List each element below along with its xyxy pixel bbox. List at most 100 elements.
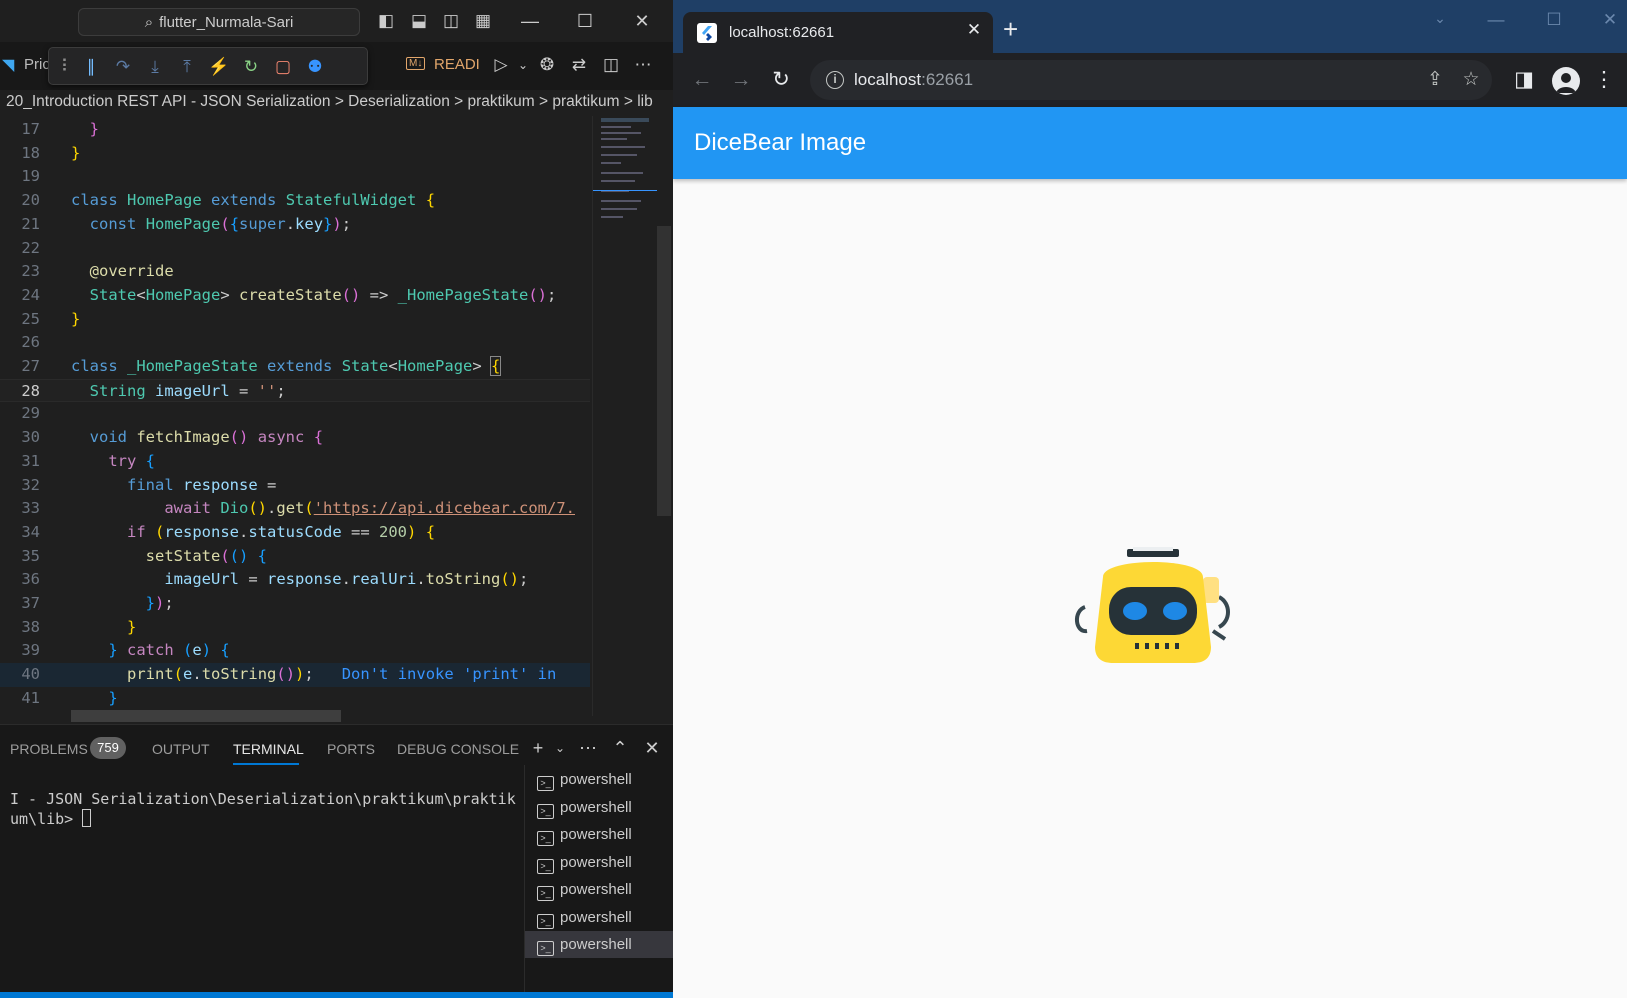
- command-center[interactable]: ⌕ flutter_Nurmala-Sari: [78, 8, 360, 36]
- stop-icon[interactable]: ▢: [271, 55, 295, 79]
- horizontal-scrollbar[interactable]: [71, 710, 341, 722]
- terminal-list-item[interactable]: >_ powershell: [525, 794, 673, 821]
- site-info-icon[interactable]: i: [826, 71, 844, 89]
- tab-debug-console[interactable]: DEBUG CONSOLE: [397, 741, 519, 757]
- vscode-titlebar: ⌕ flutter_Nurmala-Sari ◧ ⬓ ◫ ▦ — ☐ ✕: [0, 0, 673, 42]
- toggle-secondary-sidebar-icon[interactable]: ◫: [440, 10, 462, 32]
- terminal-label: powershell: [560, 853, 632, 871]
- dart-file-icon: ◥: [2, 57, 15, 74]
- tab-ports[interactable]: PORTS: [327, 741, 375, 757]
- terminal-icon: >_: [537, 886, 554, 901]
- profile-avatar-icon[interactable]: [1552, 67, 1580, 95]
- more-actions-icon[interactable]: ⋯: [632, 54, 654, 76]
- editor-tabs-row: ◥ Pric U M↓ READI ⠇ ∥ ↷ ⤓ ⤒ ⚡ ↻ ▢ ⚉ ▷ ⌄ …: [0, 42, 673, 90]
- terminal-label: powershell: [560, 908, 632, 926]
- maximize-icon[interactable]: ☐: [565, 8, 605, 34]
- vertical-scrollbar[interactable]: [657, 226, 671, 516]
- search-icon: ⌕: [144, 13, 154, 31]
- tab-label-readme[interactable]: READI: [434, 56, 480, 73]
- app-bar: DiceBear Image: [673, 107, 1627, 179]
- code-line: 25}: [21, 309, 81, 328]
- maximize-icon[interactable]: ☐: [1539, 10, 1569, 30]
- terminal-icon: >_: [537, 803, 554, 819]
- step-out-icon[interactable]: ⤒: [175, 55, 199, 79]
- terminal-icon: >_: [537, 831, 554, 846]
- forward-icon[interactable]: →: [728, 67, 754, 93]
- code-line: 36 imageUrl = response.realUri.toString(…: [21, 570, 529, 589]
- browser-tabstrip: localhost:62661 ✕ + ⌄ — ☐ ✕: [673, 0, 1627, 53]
- more-actions-icon[interactable]: ⋯: [576, 735, 600, 761]
- terminal-label: powershell: [560, 798, 632, 816]
- url-port: :62661: [921, 70, 974, 89]
- command-center-label: flutter_Nurmala-Sari: [159, 13, 294, 31]
- toggle-primary-sidebar-icon[interactable]: ◧: [375, 10, 397, 32]
- hot-reload-icon[interactable]: ⚡: [207, 55, 231, 79]
- tab-close-icon[interactable]: ✕: [963, 20, 985, 40]
- drag-handle-icon[interactable]: ⠇: [55, 55, 79, 79]
- devtools-inspect-icon[interactable]: ⚉: [303, 55, 327, 79]
- tab-terminal[interactable]: TERMINAL: [233, 741, 304, 757]
- hot-restart-icon[interactable]: ↻: [239, 55, 263, 79]
- customize-layout-icon[interactable]: ▦: [472, 10, 494, 32]
- run-debug-icon[interactable]: ▷: [490, 54, 512, 76]
- code-line: 40 print(e.toString()); Don't invoke 'pr…: [0, 663, 590, 687]
- terminal-list-item[interactable]: >_ powershell: [525, 876, 673, 903]
- bug-icon[interactable]: ❂: [536, 54, 558, 76]
- code-line: 26: [21, 333, 40, 352]
- chevron-down-icon[interactable]: ⌄: [548, 735, 572, 761]
- new-tab-icon[interactable]: +: [1003, 16, 1018, 42]
- close-panel-icon[interactable]: ✕: [640, 735, 664, 761]
- code-line: 35 setState(() {: [21, 546, 268, 565]
- terminal-list-item[interactable]: >_ powershell: [525, 849, 673, 876]
- app-bar-title: DiceBear Image: [694, 129, 867, 156]
- breadcrumb[interactable]: 20_Introduction REST API - JSON Serializ…: [0, 90, 673, 116]
- minimap[interactable]: [592, 116, 657, 716]
- split-editor-icon[interactable]: ◫: [600, 54, 622, 76]
- debug-toolbar: ⠇ ∥ ↷ ⤓ ⤒ ⚡ ↻ ▢ ⚉: [48, 47, 368, 85]
- terminal-list-item-active[interactable]: >_ powershell: [525, 931, 673, 958]
- address-bar[interactable]: i localhost:62661 ⇪ ☆: [810, 60, 1492, 100]
- browser-tab[interactable]: localhost:62661 ✕: [683, 12, 993, 53]
- code-line: 29: [21, 404, 40, 423]
- browser-toolbar: ← → ↻ i localhost:62661 ⇪ ☆ ◨ ⋮: [673, 53, 1627, 107]
- tab-problems[interactable]: PROBLEMS: [10, 741, 88, 757]
- code-line: 37 });: [21, 594, 174, 612]
- more-menu-icon[interactable]: ⋮: [1591, 67, 1617, 93]
- tab-label-pric[interactable]: Pric: [24, 56, 50, 73]
- new-terminal-icon[interactable]: +: [526, 735, 550, 761]
- compare-changes-icon[interactable]: ⇄: [568, 54, 590, 76]
- back-icon[interactable]: ←: [689, 67, 715, 93]
- tab-search-icon[interactable]: ⌄: [1425, 10, 1455, 27]
- share-icon[interactable]: ⇪: [1423, 68, 1447, 92]
- tab-output[interactable]: OUTPUT: [152, 741, 210, 757]
- bookmark-star-icon[interactable]: ☆: [1459, 68, 1483, 92]
- pause-icon[interactable]: ∥: [79, 55, 103, 79]
- minimize-icon[interactable]: —: [1481, 10, 1511, 30]
- step-over-icon[interactable]: ↷: [111, 55, 135, 79]
- reload-icon[interactable]: ↻: [768, 67, 794, 93]
- close-icon[interactable]: ✕: [622, 8, 662, 34]
- toggle-panel-icon[interactable]: ⬓: [408, 10, 430, 32]
- code-editor[interactable]: 17 } 18} 19 20 class HomePage extends Sta…: [0, 116, 673, 724]
- terminal-output[interactable]: I - JSON Serialization\Deserialization\p…: [10, 789, 520, 829]
- code-line: 41 }: [21, 688, 118, 707]
- close-icon[interactable]: ✕: [1595, 10, 1625, 30]
- terminal-list-item[interactable]: >_ powershell: [525, 904, 673, 931]
- code-line: 18}: [21, 143, 81, 162]
- flutter-favicon-icon: [697, 23, 717, 43]
- chevron-down-icon[interactable]: ⌄: [512, 54, 534, 76]
- terminal-icon: >_: [537, 858, 554, 874]
- terminal-list-item[interactable]: >_ powershell: [525, 766, 673, 793]
- code-line: 19: [21, 167, 40, 186]
- side-panel-icon[interactable]: ◨: [1511, 67, 1537, 93]
- url-host: localhost: [854, 70, 922, 89]
- terminal-label: powershell: [560, 771, 632, 788]
- maximize-panel-icon[interactable]: ⌃: [608, 735, 632, 761]
- step-into-icon[interactable]: ⤓: [143, 55, 167, 79]
- terminal-list-item[interactable]: >_ powershell: [525, 821, 673, 848]
- minimize-icon[interactable]: —: [510, 8, 550, 34]
- browser-window: localhost:62661 ✕ + ⌄ — ☐ ✕ ← → ↻ i loca…: [673, 0, 1627, 998]
- code-line: 17 }: [21, 120, 100, 138]
- code-line: 34 if (response.statusCode == 200) {: [21, 522, 436, 541]
- code-line: 23 @override: [21, 262, 174, 281]
